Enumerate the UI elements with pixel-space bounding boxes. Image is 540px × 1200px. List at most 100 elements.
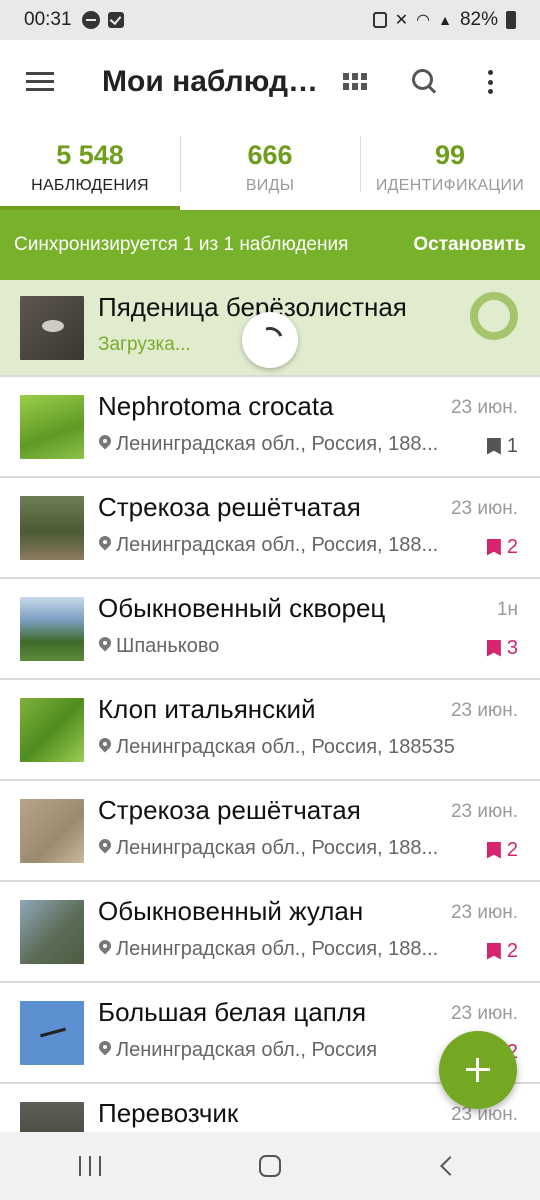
stats-tabs: 5 548 НАБЛЮДЕНИЯ 666 ВИДЫ 99 ИДЕНТИФИКАЦ… <box>0 124 540 210</box>
row-body: Обыкновенный скворец Шпаньково 1н 3 <box>98 593 540 661</box>
notification-check-icon <box>107 12 124 28</box>
status-time: 00:31 <box>24 9 72 30</box>
upload-progress-ring-icon <box>470 292 518 340</box>
identifications-badge: 1 <box>486 434 518 458</box>
home-icon <box>259 1155 281 1177</box>
place-text: Ленинградская обл., Россия <box>116 1038 378 1061</box>
loading-spinner <box>242 312 298 368</box>
stop-sync-button[interactable]: Остановить <box>413 234 526 256</box>
sync-status-text: Синхронизируется 1 из 1 наблюдения <box>14 234 349 255</box>
recents-icon <box>79 1156 101 1176</box>
menu-button[interactable] <box>0 40 80 124</box>
row-body: Nephrotoma crocata Ленинградская обл., Р… <box>98 391 540 459</box>
identifications-badge: 3 <box>486 636 518 660</box>
battery-icon <box>506 11 516 29</box>
observation-row[interactable]: Стрекоза решётчатая Ленинградская обл., … <box>0 781 540 882</box>
grid-view-icon <box>343 73 367 91</box>
back-button[interactable] <box>410 1136 490 1196</box>
app-bar: Мои наблюде... <box>0 40 540 124</box>
status-right: ✕ ◠ ▲ 82% <box>372 9 516 31</box>
observation-place: Ленинградская обл., Россия, 188... <box>98 837 438 860</box>
add-observation-button[interactable] <box>439 1031 517 1109</box>
species-label: ВИДЫ <box>245 177 295 194</box>
location-pin-icon <box>98 536 112 554</box>
identification-tag-icon <box>486 639 501 657</box>
observation-place: Ленинградская обл., Россия, 188... <box>98 433 438 456</box>
tab-observations[interactable]: 5 548 НАБЛЮДЕНИЯ <box>0 124 180 210</box>
location-pin-icon <box>98 738 112 756</box>
observation-thumbnail <box>20 899 84 964</box>
identifications-count: 1 <box>506 434 518 457</box>
observation-thumbnail <box>20 495 84 560</box>
location-pin-icon <box>98 435 112 453</box>
observation-place: Ленинградская обл., Россия, 188... <box>98 534 438 557</box>
search-icon <box>412 69 438 95</box>
more-vert-icon <box>487 70 493 94</box>
species-count: 666 <box>247 140 293 170</box>
upload-status: Загрузка... <box>98 333 191 355</box>
place-text: Ленинградская обл., Россия, 188... <box>116 533 439 556</box>
observation-row[interactable]: Nephrotoma crocata Ленинградская обл., Р… <box>0 377 540 478</box>
observation-date: 23 июн. <box>450 1002 518 1024</box>
place-text: Ленинградская обл., Россия, 188... <box>116 836 439 859</box>
observation-name: Обыкновенный скворец <box>98 592 386 623</box>
observation-thumbnail <box>20 697 84 762</box>
place-text: Ленинградская обл., Россия, 188... <box>116 937 439 960</box>
row-body: Стрекоза решётчатая Ленинградская обл., … <box>98 795 540 863</box>
location-pin-icon <box>98 637 112 655</box>
row-body: Стрекоза решётчатая Ленинградская обл., … <box>98 492 540 560</box>
identifications-badge: 2 <box>486 940 518 963</box>
identifications-badge: 2 <box>486 535 518 559</box>
back-icon <box>440 1156 460 1176</box>
observation-name: Обыкновенный жулан <box>98 895 364 926</box>
identifications-count: 2 <box>506 535 518 558</box>
identification-tag-icon <box>486 841 501 859</box>
observation-date: 1н <box>496 598 518 620</box>
page-title: Мои наблюде... <box>102 65 320 98</box>
observation-row[interactable]: Стрекоза решётчатая Ленинградская обл., … <box>0 478 540 579</box>
identifications-label: ИДЕНТИФИКАЦИИ <box>375 177 525 194</box>
observation-place: Ленинградская обл., Россия, 188535 <box>98 736 455 759</box>
observation-row[interactable]: Обыкновенный скворец Шпаньково 1н 3 <box>0 579 540 680</box>
battery-saver-icon <box>372 12 387 28</box>
recents-button[interactable] <box>50 1136 130 1196</box>
more-options-button[interactable] <box>460 52 520 112</box>
do-not-disturb-icon <box>81 11 100 29</box>
location-pin-icon <box>98 1041 112 1059</box>
observation-name: Клоп итальянский <box>98 693 316 724</box>
hamburger-icon <box>26 72 54 92</box>
grid-view-button[interactable] <box>320 52 390 112</box>
location-pin-icon <box>98 839 112 857</box>
tab-species[interactable]: 666 ВИДЫ <box>180 124 360 210</box>
observation-row[interactable]: Обыкновенный жулан Ленинградская обл., Р… <box>0 882 540 983</box>
observation-row[interactable]: Клоп итальянский Ленинградская обл., Рос… <box>0 680 540 781</box>
observation-thumbnail <box>20 394 84 459</box>
observation-name: Стрекоза решётчатая <box>98 491 361 522</box>
home-button[interactable] <box>230 1136 310 1196</box>
observations-label: НАБЛЮДЕНИЯ <box>31 177 149 194</box>
observation-date: 23 июн. <box>450 800 518 822</box>
tab-identifications[interactable]: 99 ИДЕНТИФИКАЦИИ <box>360 124 540 210</box>
observation-date: 23 июн. <box>450 699 518 721</box>
observation-name: Nephrotoma crocata <box>98 390 334 421</box>
observation-date: 23 июн. <box>450 396 518 418</box>
mute-icon: ✕ <box>394 12 409 29</box>
wifi-icon: ◠ <box>416 12 431 29</box>
identifications-count: 3 <box>506 636 518 659</box>
search-button[interactable] <box>390 52 460 112</box>
status-bar: 00:31 ✕ ◠ ▲ 82% <box>0 0 540 40</box>
plus-icon <box>466 1058 490 1082</box>
location-pin-icon <box>98 940 112 958</box>
observations-count: 5 548 <box>56 140 124 170</box>
observation-name: Перевозчик <box>98 1097 239 1128</box>
row-body: Обыкновенный жулан Ленинградская обл., Р… <box>98 896 540 964</box>
row-body: Клоп итальянский Ленинградская обл., Рос… <box>98 694 540 762</box>
identification-tag-icon <box>486 437 501 455</box>
observation-date: 23 июн. <box>450 901 518 923</box>
observation-thumbnail <box>20 596 84 661</box>
spinner-icon <box>252 322 288 358</box>
observation-thumbnail <box>20 1000 84 1065</box>
battery-percent: 82% <box>459 9 498 30</box>
identifications-count: 99 <box>434 140 466 170</box>
identification-tag-icon <box>486 942 501 960</box>
